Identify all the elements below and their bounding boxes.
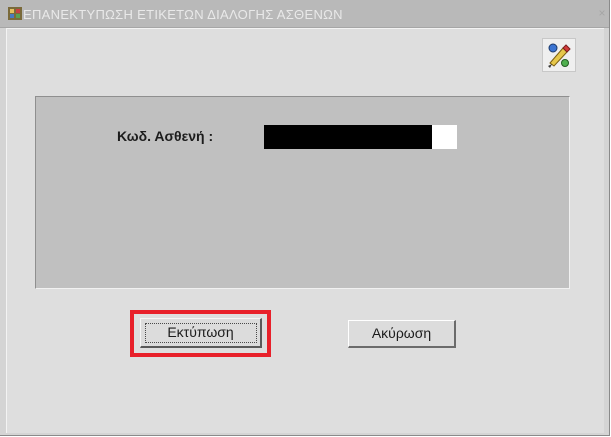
title-bar[interactable]: ΕΠΑΝΕΚΤΥΠΩΣΗ ΕΤΙΚΕΤΩΝ ΔΙΑΛΟΓΗΣ ΑΣΘΕΝΩΝ × (0, 0, 609, 28)
patient-code-input[interactable] (264, 125, 432, 149)
window-title: ΕΠΑΝΕΚΤΥΠΩΣΗ ΕΤΙΚΕΤΩΝ ΔΙΑΛΟΓΗΣ ΑΣΘΕΝΩΝ (23, 7, 343, 22)
close-icon[interactable]: × (596, 6, 608, 20)
dialog-window: ΕΠΑΝΕΚΤΥΠΩΣΗ ΕΤΙΚΕΤΩΝ ΔΙΑΛΟΓΗΣ ΑΣΘΕΝΩΝ ×… (0, 0, 610, 436)
patient-code-input-tail[interactable] (432, 125, 457, 149)
patient-code-label: Κωδ. Ασθενή : (117, 128, 214, 144)
app-window-icon[interactable] (8, 7, 22, 20)
print-button[interactable]: Εκτύπωση (140, 318, 262, 348)
cancel-button[interactable]: Ακύρωση (348, 320, 456, 348)
help-paint-icon[interactable] (542, 38, 576, 72)
